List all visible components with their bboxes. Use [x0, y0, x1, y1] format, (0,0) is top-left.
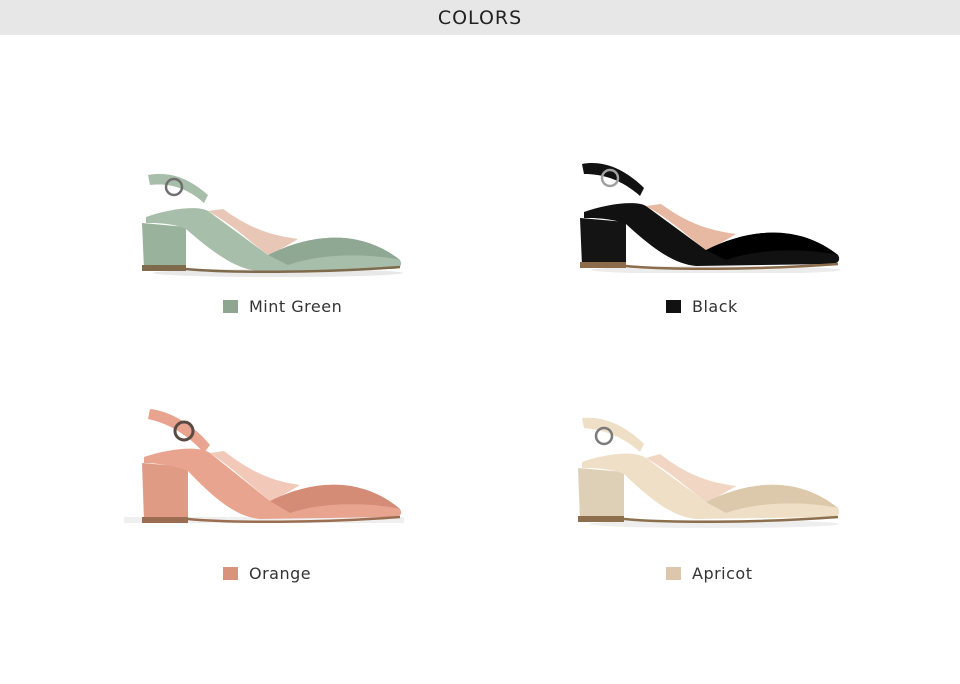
color-label: Apricot — [692, 564, 753, 583]
product-image-mint-green[interactable] — [138, 165, 408, 280]
color-option-black[interactable]: Black — [666, 297, 738, 316]
color-option-apricot[interactable]: Apricot — [666, 564, 752, 583]
color-swatch — [666, 567, 681, 580]
shoe-image — [124, 409, 404, 524]
product-image-apricot[interactable] — [574, 412, 846, 530]
color-swatch — [223, 567, 238, 580]
shoe-image — [580, 163, 841, 273]
color-swatch — [666, 300, 681, 313]
color-swatch — [223, 300, 238, 313]
color-option-mint-green[interactable]: Mint Green — [223, 297, 342, 316]
color-option-orange[interactable]: Orange — [223, 564, 311, 583]
color-label: Black — [692, 297, 738, 316]
shoe-image — [578, 417, 840, 528]
product-image-orange[interactable] — [124, 405, 404, 530]
color-label: Mint Green — [249, 297, 343, 316]
colors-header: COLORS — [0, 0, 960, 35]
page-title: COLORS — [437, 6, 523, 29]
color-label: Orange — [249, 564, 312, 583]
shoe-image — [142, 173, 403, 277]
product-image-black[interactable] — [576, 158, 846, 273]
